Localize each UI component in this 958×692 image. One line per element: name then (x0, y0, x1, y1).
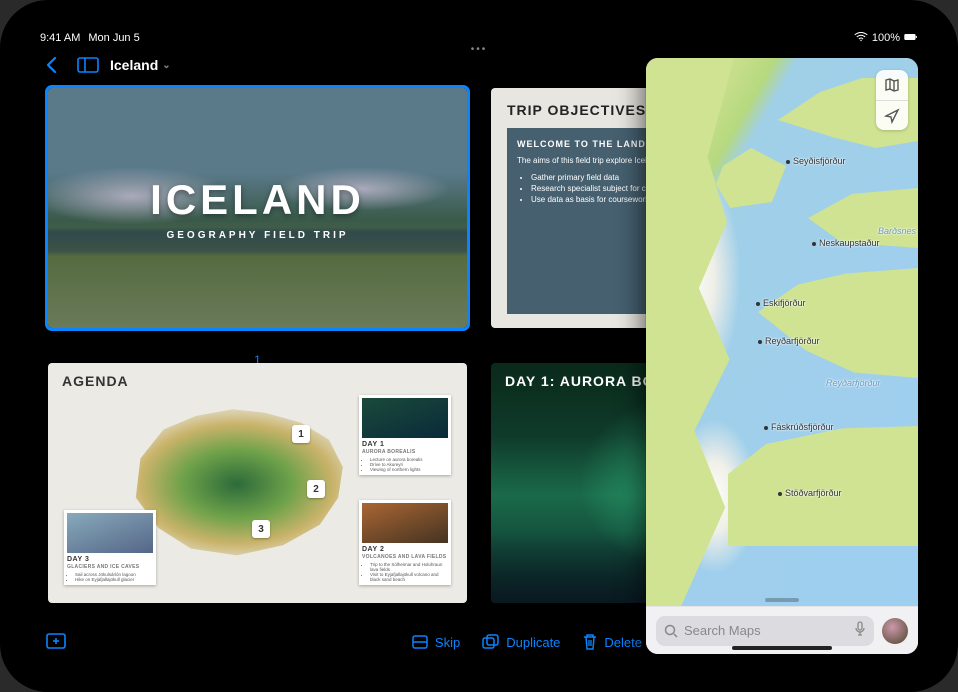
skip-label: Skip (435, 635, 460, 650)
day2-item: Visit to Eyjafjallajökull volcano and bl… (370, 572, 448, 582)
status-date: Mon Jun 5 (88, 32, 139, 44)
slide-1-wrap: ICELAND GEOGRAPHY FIELD TRIP 1 (48, 88, 467, 345)
back-button[interactable] (38, 51, 66, 79)
delete-label: Delete (604, 635, 642, 650)
day1-image (362, 398, 448, 438)
day2-card: DAY 2 VOLCANOES AND LAVA FIELDS Trip to … (359, 500, 451, 585)
battery-icon (904, 32, 918, 45)
wifi-icon (854, 32, 868, 45)
slide3-body: 1 2 3 DAY 1 AURORA BOREALIS Lecture on a… (62, 395, 453, 585)
home-indicator[interactable] (732, 646, 832, 650)
map-pin-3: 3 (252, 520, 270, 538)
map-label-eskifjordur[interactable]: Eskifjörður (756, 298, 806, 308)
map-pin-2: 2 (307, 480, 325, 498)
day3-item: Hike on Eyjafjallajökull glacier (75, 577, 153, 582)
day2-sub: VOLCANOES AND LAVA FIELDS (362, 554, 448, 560)
map-label-neskaupstadur[interactable]: Neskaupstaður (812, 238, 880, 248)
map-label-reydarfjordur[interactable]: Reyðarfjörður (758, 336, 820, 346)
landmass (728, 426, 918, 546)
chevron-down-icon: ⌄ (162, 60, 170, 71)
slide1-subtitle: GEOGRAPHY FIELD TRIP (166, 230, 348, 241)
day3-card: DAY 3 GLACIERS AND ICE CAVES Sail across… (64, 510, 156, 585)
maps-slideover[interactable]: Seyðisfjörður Neskaupstaður Barðsnes Esk… (646, 58, 918, 654)
day1-item: Viewing of northern lights (370, 467, 448, 472)
search-sheet-grabber[interactable] (765, 598, 799, 602)
multitasking-dots-icon[interactable]: ••• (471, 44, 488, 55)
map-label-stodvarfjordur[interactable]: Stöðvarfjörður (778, 488, 842, 498)
day3-sub: GLACIERS AND ICE CAVES (67, 564, 153, 570)
map-canvas[interactable]: Seyðisfjörður Neskaupstaður Barðsnes Esk… (646, 58, 918, 606)
locate-me-button[interactable] (876, 100, 908, 130)
document-title[interactable]: Iceland ⌄ (110, 57, 171, 73)
day1-sub: AURORA BOREALIS (362, 449, 448, 455)
slide1-title: ICELAND (150, 176, 365, 224)
delete-button[interactable]: Delete (582, 633, 642, 651)
map-label-faskrudsfjordur[interactable]: Fáskrúðsfjörður (764, 422, 834, 432)
day2-item: Trip to the Sólheimar and Holuhraun lava… (370, 562, 448, 572)
search-placeholder: Search Maps (684, 623, 761, 638)
day2-label: DAY 2 (362, 546, 448, 553)
slide-3-wrap: AGENDA 1 2 3 DAY 1 AURORA BOREALIS Lectu… (48, 363, 467, 620)
slide-thumbnail-3[interactable]: AGENDA 1 2 3 DAY 1 AURORA BOREALIS Lectu… (48, 363, 467, 603)
map-pin-1: 1 (292, 425, 310, 443)
skip-button[interactable]: Skip (411, 634, 460, 650)
slide-thumbnail-1[interactable]: ICELAND GEOGRAPHY FIELD TRIP (48, 88, 467, 328)
search-icon (664, 624, 678, 638)
add-slide-button[interactable] (44, 633, 66, 651)
duplicate-button[interactable]: Duplicate (482, 634, 560, 650)
map-controls (876, 70, 908, 130)
ipad-device: ••• 9:41 AM Mon Jun 5 100% (0, 0, 958, 692)
map-label-reydarfjordur-water: Reyðarfjörður (826, 378, 881, 388)
status-time: 9:41 AM (40, 32, 80, 44)
day1-card: DAY 1 AURORA BOREALIS Lecture on aurora … (359, 395, 451, 475)
profile-avatar[interactable] (882, 618, 908, 644)
day3-image (67, 513, 153, 553)
slide3-heading: AGENDA (62, 373, 453, 389)
map-label-bardsnes: Barðsnes (878, 226, 916, 236)
landmass (646, 58, 734, 606)
sidebar-toggle-button[interactable] (74, 51, 102, 79)
day3-label: DAY 3 (67, 556, 153, 563)
microphone-icon[interactable] (854, 621, 866, 640)
day2-image (362, 503, 448, 543)
screen: ••• 9:41 AM Mon Jun 5 100% (30, 28, 928, 664)
day1-label: DAY 1 (362, 441, 448, 448)
landmass (716, 148, 786, 208)
document-title-label: Iceland (110, 57, 158, 73)
landmass (758, 268, 918, 378)
map-mode-button[interactable] (876, 70, 908, 100)
maps-search-field[interactable]: Search Maps (656, 616, 874, 646)
map-label-seydisfjordur[interactable]: Seyðisfjörður (786, 156, 846, 166)
battery-percent: 100% (872, 32, 900, 44)
duplicate-label: Duplicate (506, 635, 560, 650)
